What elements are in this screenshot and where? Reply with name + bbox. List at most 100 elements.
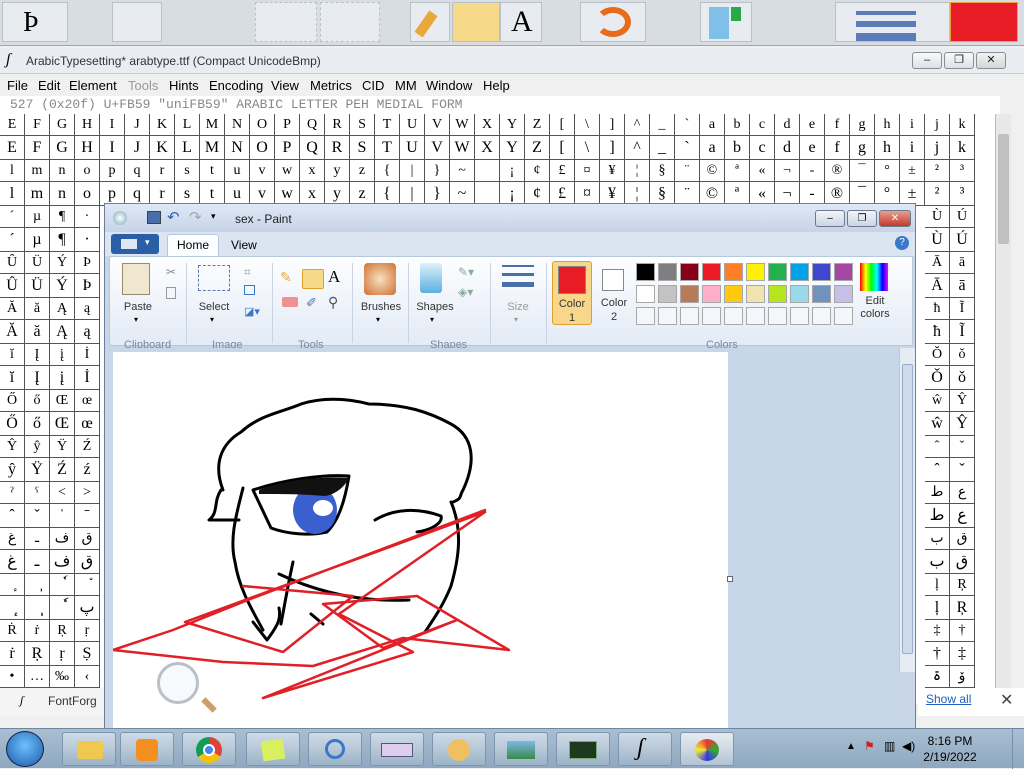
edit-colors-icon[interactable] (860, 263, 888, 291)
glyph-cell[interactable]: Ÿ (25, 458, 50, 482)
glyph-cell[interactable]: ^ (625, 114, 650, 136)
glyph-cell[interactable]: Ŷ (950, 390, 975, 412)
brush-icon[interactable] (580, 2, 646, 42)
palette-empty-swatch[interactable] (812, 307, 831, 325)
glyph-cell[interactable]: - (800, 160, 825, 182)
glyph-cell[interactable]: e (800, 114, 825, 136)
glyph-cell[interactable]: Z (525, 136, 550, 160)
glyph-cell[interactable]: ` (675, 114, 700, 136)
glyph-cell[interactable]: S (350, 114, 375, 136)
glyph-cell[interactable]: پ (75, 596, 100, 620)
drawing-canvas[interactable] (111, 352, 728, 730)
glyph-cell[interactable]: ] (600, 114, 625, 136)
glyph-cell[interactable]: Ú (950, 228, 975, 252)
glyph-cell[interactable]: ħ (925, 298, 950, 320)
glyph-cell[interactable]: z (350, 160, 375, 182)
glyph-cell[interactable]: ـ (25, 550, 50, 574)
glyph-cell[interactable]: p (100, 160, 125, 182)
glyph-cell[interactable]: Ú (950, 206, 975, 228)
help-icon[interactable]: ? (895, 236, 909, 250)
glyph-cell[interactable]: H (75, 114, 100, 136)
glyph-cell[interactable]: j (925, 114, 950, 136)
glyph-cell[interactable]: b (725, 114, 750, 136)
palette-swatch[interactable] (680, 263, 699, 281)
glyph-cell[interactable]: i (900, 114, 925, 136)
glyph-cell[interactable]: ± (900, 160, 925, 182)
glyph-cell[interactable]: q (125, 160, 150, 182)
glyph-cell[interactable]: ˇ (950, 436, 975, 458)
glyph-cell[interactable]: į (50, 344, 75, 366)
palette-swatch[interactable] (724, 285, 743, 303)
magnifier-tool-icon[interactable]: ⚲ (328, 294, 338, 311)
glyph-cell[interactable]: Ŗ (950, 596, 975, 620)
palette-swatch[interactable] (680, 285, 699, 303)
glyph-cell[interactable]: ۃ (925, 666, 950, 688)
glyph-cell[interactable]: Ü (25, 252, 50, 274)
pencil-tool-icon[interactable]: ✎ (280, 269, 300, 289)
palette-swatch[interactable] (746, 285, 765, 303)
menu-view[interactable]: View (271, 78, 299, 93)
glyph-cell[interactable]: g (850, 136, 875, 160)
glyph-cell[interactable]: ط (925, 504, 950, 528)
glyph-cell[interactable]: ق (950, 528, 975, 550)
glyph-cell[interactable]: İ (75, 344, 100, 366)
glyph-cell[interactable]: ˆ (0, 504, 25, 528)
glyph-cell[interactable]: V (425, 114, 450, 136)
glyph-cell[interactable]: © (700, 160, 725, 182)
glyph-cell[interactable]: m (25, 160, 50, 182)
glyph-cell[interactable]: Ṛ (25, 642, 50, 666)
glyph-cell[interactable]: Ź (50, 458, 75, 482)
glyph-cell[interactable]: ă (25, 320, 50, 344)
glyph-cell[interactable]: P (275, 114, 300, 136)
glyph-cell[interactable]: Ĩ (950, 298, 975, 320)
glyph-cell[interactable]: ő (25, 390, 50, 412)
glyph-cell[interactable]: Į (25, 344, 50, 366)
glyph-cell[interactable]: T (375, 114, 400, 136)
glyph-cell[interactable]: ˆ (925, 458, 950, 482)
taskbar-magnifier-icon[interactable] (308, 732, 362, 766)
glyph-cell[interactable]: ļ (925, 574, 950, 596)
text-icon[interactable]: A (500, 2, 542, 42)
glyph-cell[interactable]: · (75, 206, 100, 228)
palette-empty-swatch[interactable] (790, 307, 809, 325)
glyph-cell[interactable]: V (425, 136, 450, 160)
glyph-cell[interactable]: h (875, 136, 900, 160)
glyph-cell[interactable]: ¬ (775, 160, 800, 182)
glyph-cell[interactable]: _ (650, 136, 675, 160)
brushes-dropdown-icon[interactable]: ▾ (376, 315, 380, 324)
glyph-cell[interactable]: ق (75, 550, 100, 574)
glyph-cell[interactable]: Q (300, 136, 325, 160)
glyph-cell[interactable]: Ṛ (50, 620, 75, 642)
glyph-cell[interactable]: † (950, 620, 975, 642)
taskbar-chrome-icon[interactable] (182, 732, 236, 766)
glyph-cell[interactable]: ف (50, 528, 75, 550)
paste-dropdown-icon[interactable]: ▾ (134, 315, 138, 324)
glyph-cell[interactable]: i (900, 136, 925, 160)
glyph-cell[interactable]: Û (0, 252, 25, 274)
color1-button[interactable]: Color 1 (552, 261, 592, 325)
glyph-cell[interactable]: b (725, 136, 750, 160)
glyph-cell[interactable]: غ (0, 550, 25, 574)
palette-swatch[interactable] (790, 263, 809, 281)
glyph-cell[interactable]: ۆ (950, 666, 975, 688)
shapes-button[interactable]: Shapes (412, 301, 458, 313)
glyph-cell[interactable]: ٖ (25, 574, 50, 596)
glyph-cell[interactable]: ő (25, 412, 50, 436)
red-color-swatch[interactable] (950, 2, 1018, 42)
palette-swatch[interactable] (768, 263, 787, 281)
glyph-cell[interactable]: Ǒ (925, 344, 950, 366)
glyph-cell[interactable]: r (150, 160, 175, 182)
glyph-cell[interactable]: ṙ (25, 620, 50, 642)
tray-clock[interactable]: 8:16 PM 2/19/2022 (910, 733, 990, 765)
glyph-cell[interactable]: ¯ (850, 160, 875, 182)
glyph-cell[interactable]: ¢ (525, 160, 550, 182)
glyph-cell[interactable]: n (50, 182, 75, 206)
save-icon[interactable] (147, 211, 161, 224)
palette-swatch[interactable] (768, 285, 787, 303)
glyph-cell[interactable]: Ă (0, 320, 25, 344)
glyph-cell[interactable]: ă (25, 298, 50, 320)
tab-view[interactable]: View (231, 238, 257, 252)
glyph-cell[interactable]: O (250, 136, 275, 160)
glyph-cell[interactable]: h (875, 114, 900, 136)
glyph-cell[interactable]: Ő (0, 390, 25, 412)
